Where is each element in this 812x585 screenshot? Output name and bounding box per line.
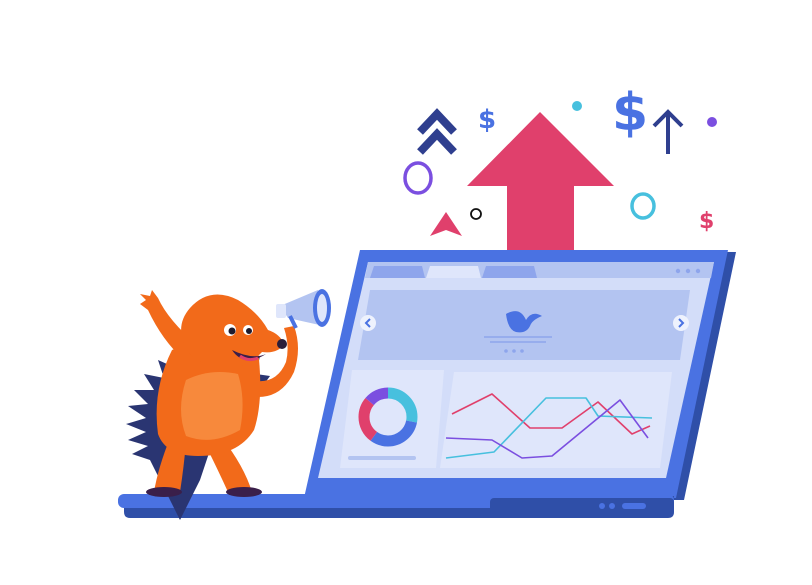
browser-tab-active: [426, 266, 481, 278]
dollar-sign-icon-pink: $: [699, 209, 714, 234]
dollar-sign-icon: $: [478, 105, 496, 135]
browser-tab: [370, 266, 425, 278]
hedgehog-nose: [277, 339, 287, 349]
decorations: $ $ $: [403, 83, 717, 252]
carousel-prev-button[interactable]: [360, 315, 376, 331]
browser-tab: [482, 266, 537, 278]
carousel-dots: [504, 349, 524, 353]
window-dots: [675, 268, 701, 274]
small-ring: [470, 208, 482, 220]
laptop-base-shadow: [490, 498, 674, 514]
donut-caption-bar: [348, 456, 416, 460]
pink-triangle: [430, 212, 462, 236]
cyan-dot: [572, 101, 582, 111]
donut-card: [340, 370, 444, 468]
purple-ring: [403, 161, 433, 195]
illustration: $ $ $: [118, 83, 736, 520]
megaphone-icon: [276, 289, 331, 329]
carousel-next-button[interactable]: [673, 315, 689, 331]
arrow-up-icon: [652, 109, 684, 154]
hedgehog-icon: [126, 289, 331, 520]
purple-dot: [707, 117, 717, 127]
cyan-ring: [630, 192, 656, 220]
double-chevron-up-icon: [417, 108, 457, 155]
dollar-sign-icon-large: $: [612, 83, 648, 143]
